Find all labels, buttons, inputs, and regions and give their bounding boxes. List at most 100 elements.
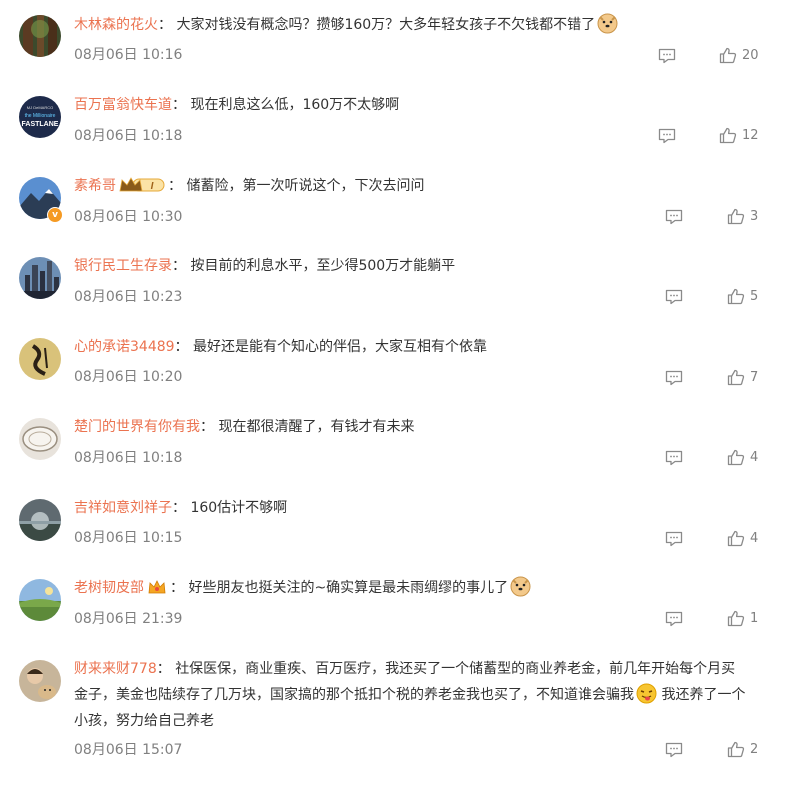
comment-text: 按目前的利息水平，至少得500万才能躺平 bbox=[190, 258, 456, 274]
comment-time: 08月06日 10:18 bbox=[74, 450, 183, 466]
like-button[interactable] bbox=[727, 741, 745, 758]
comment-time: 08月06日 10:15 bbox=[74, 530, 183, 546]
like-button[interactable] bbox=[727, 208, 745, 225]
reply-button[interactable] bbox=[665, 611, 683, 627]
comment-time: 08月06日 10:16 bbox=[74, 47, 183, 63]
thumbs-up-icon bbox=[727, 208, 745, 225]
comment-time: 08月06日 10:30 bbox=[74, 209, 183, 225]
separator: ： bbox=[172, 500, 186, 516]
separator: ： bbox=[200, 419, 214, 435]
tongue-out-emoji-icon bbox=[636, 683, 657, 704]
comment-time: 08月06日 10:18 bbox=[74, 128, 183, 144]
separator: ： bbox=[172, 97, 186, 113]
reply-button[interactable] bbox=[665, 209, 683, 225]
like-count: 20 bbox=[742, 48, 759, 63]
comment-body: 银行民工生存录： 按目前的利息水平，至少得500万才能躺平 bbox=[74, 253, 747, 279]
like-button[interactable] bbox=[727, 449, 745, 466]
separator: ： bbox=[158, 17, 172, 33]
thumbs-up-icon bbox=[727, 530, 745, 547]
like-count: 4 bbox=[750, 531, 759, 546]
avatar-text: MJ DeMARCO bbox=[27, 105, 53, 110]
comment-icon bbox=[658, 128, 676, 144]
separator: ： bbox=[168, 178, 182, 194]
like-count: 12 bbox=[742, 128, 759, 143]
comment-body: 木林森的花火： 大家对钱没有概念吗？攒够160万？大多年轻女孩子不欠钱都不错了 bbox=[74, 12, 747, 38]
thumbs-up-icon bbox=[719, 47, 737, 64]
username-link[interactable]: 素希哥 bbox=[74, 178, 116, 194]
crown-badge-icon[interactable] bbox=[147, 578, 167, 605]
username-link[interactable]: 吉祥如意刘祥子 bbox=[74, 500, 172, 516]
avatar[interactable] bbox=[19, 499, 61, 541]
username-link[interactable]: 百万富翁快车道 bbox=[74, 97, 172, 113]
username-link[interactable]: 老树韧皮部 bbox=[74, 580, 144, 596]
like-count: 7 bbox=[750, 370, 759, 385]
thumbs-up-icon bbox=[727, 610, 745, 627]
comment-icon bbox=[665, 742, 683, 758]
comment-icon bbox=[665, 370, 683, 386]
username-link[interactable]: 楚门的世界有你有我 bbox=[74, 419, 200, 435]
separator: ： bbox=[156, 661, 171, 677]
avatar[interactable]: MJ DeMARCO the Millionaire FASTLANE bbox=[19, 96, 61, 138]
comment-text: 最好还是能有个知心的伴侣，大家互相有个依靠 bbox=[193, 339, 487, 355]
thumbs-up-icon bbox=[727, 741, 745, 758]
avatar[interactable] bbox=[19, 338, 61, 380]
reply-button[interactable] bbox=[665, 289, 683, 305]
vip-badge-icon[interactable]: I bbox=[119, 176, 165, 203]
avatar[interactable] bbox=[19, 579, 61, 621]
username-link[interactable]: 银行民工生存录 bbox=[74, 258, 172, 274]
reply-button[interactable] bbox=[665, 531, 683, 547]
separator: ： bbox=[170, 580, 184, 596]
comment-text: 好些朋友也挺关注的~确实算是最未雨绸缪的事儿了 bbox=[188, 580, 509, 596]
svg-text:I: I bbox=[151, 181, 154, 192]
separator: ： bbox=[174, 339, 189, 355]
like-count: 2 bbox=[750, 742, 759, 757]
comment-icon bbox=[665, 450, 683, 466]
like-button[interactable] bbox=[727, 369, 745, 386]
comment-text: 160估计不够啊 bbox=[190, 500, 288, 516]
like-button[interactable] bbox=[727, 530, 745, 547]
comment-icon bbox=[665, 611, 683, 627]
username-link[interactable]: 木林森的花火 bbox=[74, 17, 158, 33]
comment-icon bbox=[665, 289, 683, 305]
comment-icon bbox=[665, 531, 683, 547]
doge-emoji-icon bbox=[597, 13, 618, 34]
reply-button[interactable] bbox=[665, 370, 683, 386]
username-link[interactable]: 财来来财778 bbox=[74, 661, 157, 677]
thumbs-up-icon bbox=[727, 449, 745, 466]
like-button[interactable] bbox=[719, 127, 737, 144]
avatar-text: the Millionaire bbox=[25, 113, 56, 119]
comment-body: 吉祥如意刘祥子： 160估计不够啊 bbox=[74, 495, 747, 521]
comment-body: 百万富翁快车道： 现在利息这么低，160万不太够啊 bbox=[74, 92, 747, 118]
comment-time: 08月06日 10:20 bbox=[74, 369, 183, 385]
comment-body: 财来来财778： 社保医保，商业重疾、百万医疗，我还买了一个储蓄型的商业养老金，… bbox=[74, 656, 747, 734]
comment-text: 大家对钱没有概念吗？攒够160万？大多年轻女孩子不欠钱都不错了 bbox=[176, 17, 596, 33]
comment-text: 储蓄险，第一次听说这个，下次去问问 bbox=[186, 178, 425, 194]
reply-button[interactable] bbox=[658, 48, 676, 64]
verified-badge-icon: v bbox=[47, 207, 63, 223]
avatar[interactable] bbox=[19, 257, 61, 299]
comment-body: 素希哥 I ： 储蓄险，第一次听说这个，下次去问问 bbox=[74, 173, 747, 203]
comment-icon bbox=[658, 48, 676, 64]
comment-text: 现在利息这么低，160万不太够啊 bbox=[190, 97, 400, 113]
like-button[interactable] bbox=[727, 288, 745, 305]
avatar[interactable] bbox=[19, 15, 61, 57]
comment-body: 心的承诺34489： 最好还是能有个知心的伴侣，大家互相有个依靠 bbox=[74, 334, 747, 360]
thumbs-up-icon bbox=[727, 369, 745, 386]
like-count: 3 bbox=[750, 209, 759, 224]
comment-time: 08月06日 21:39 bbox=[74, 611, 183, 627]
reply-button[interactable] bbox=[665, 742, 683, 758]
reply-button[interactable] bbox=[665, 450, 683, 466]
comment-icon bbox=[665, 209, 683, 225]
comment-body: 楚门的世界有你有我： 现在都很清醒了，有钱才有未来 bbox=[74, 414, 747, 440]
reply-button[interactable] bbox=[658, 128, 676, 144]
avatar[interactable] bbox=[19, 418, 61, 460]
comment-time: 08月06日 10:23 bbox=[74, 289, 183, 305]
thumbs-up-icon bbox=[719, 127, 737, 144]
like-count: 5 bbox=[750, 289, 759, 304]
like-count: 1 bbox=[750, 611, 759, 626]
avatar[interactable] bbox=[19, 660, 61, 702]
username-link[interactable]: 心的承诺34489 bbox=[74, 339, 175, 355]
like-button[interactable] bbox=[719, 47, 737, 64]
like-count: 4 bbox=[750, 450, 759, 465]
like-button[interactable] bbox=[727, 610, 745, 627]
